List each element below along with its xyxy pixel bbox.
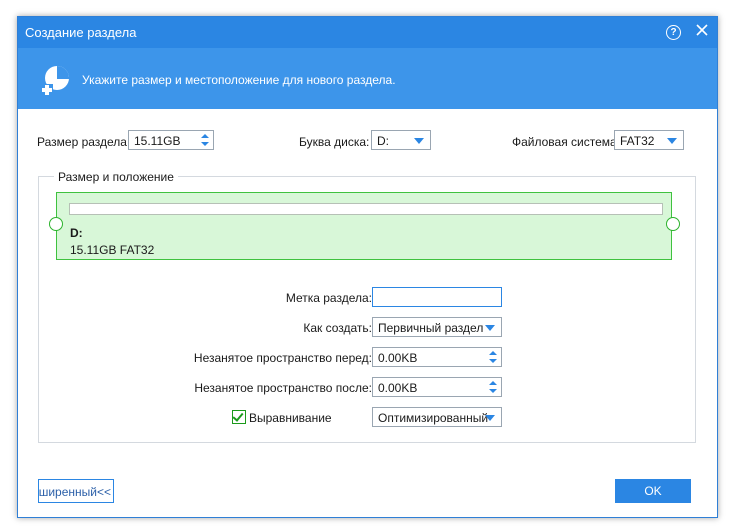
create-as-value: Первичный раздел	[378, 321, 484, 335]
free-before-stepper[interactable]: 0.00KB	[372, 347, 502, 367]
drive-letter-label: Буква диска:	[299, 135, 370, 149]
chevron-down-icon	[667, 138, 677, 144]
free-before-label: Незанятое пространство перед:	[193, 351, 372, 365]
file-system-label: Файловая система:	[512, 135, 621, 149]
size-location-title: Размер и положение	[54, 170, 178, 184]
advanced-button-label: асширенный<<	[38, 485, 111, 499]
help-icon[interactable]: ?	[666, 25, 681, 40]
dialog-header: Укажите размер и местоположение для ново…	[18, 48, 717, 109]
free-after-value: 0.00KB	[378, 381, 418, 395]
ok-button[interactable]: OK	[615, 479, 691, 503]
drive-letter-select[interactable]: D:	[371, 130, 431, 150]
drive-letter-value: D:	[377, 134, 389, 148]
left-resize-handle[interactable]	[49, 217, 63, 231]
checkmark-icon	[232, 410, 244, 422]
right-resize-handle[interactable]	[666, 217, 680, 231]
partition-size-value: 15.11GB	[134, 134, 181, 148]
partition-info: 15.11GB FAT32	[70, 243, 155, 257]
chevron-down-icon	[485, 325, 495, 331]
create-as-label: Как создать:	[303, 321, 372, 335]
chevron-down-icon	[485, 415, 495, 421]
partition-size-stepper[interactable]: 15.11GB	[128, 130, 214, 150]
stepper-arrows-icon[interactable]	[201, 133, 209, 147]
partition-label-label: Метка раздела:	[285, 291, 372, 305]
alignment-value: Оптимизированный	[378, 411, 489, 425]
pie-chart-plus-icon	[41, 66, 69, 96]
close-icon[interactable]	[694, 22, 710, 38]
create-partition-dialog: Создание раздела ? Укажите размер и мест…	[17, 16, 718, 518]
free-after-stepper[interactable]: 0.00KB	[372, 377, 502, 397]
file-system-select[interactable]: FAT32	[614, 130, 684, 150]
stepper-arrows-icon[interactable]	[489, 350, 497, 364]
alignment-label: Выравнивание	[249, 411, 332, 425]
partition-label-input[interactable]	[372, 287, 502, 307]
partition-bar[interactable]: D: 15.11GB FAT32	[56, 192, 672, 260]
alignment-checkbox[interactable]	[232, 410, 246, 424]
advanced-button[interactable]: асширенный<<	[38, 479, 114, 503]
title-bar: Создание раздела ?	[18, 17, 717, 48]
window-title: Создание раздела	[25, 25, 137, 40]
partition-usage-strip	[69, 203, 663, 215]
partition-letter: D:	[70, 226, 83, 240]
header-instruction: Укажите размер и местоположение для ново…	[82, 73, 396, 87]
stepper-arrows-icon[interactable]	[489, 380, 497, 394]
create-as-select[interactable]: Первичный раздел	[372, 317, 502, 337]
free-before-value: 0.00KB	[378, 351, 418, 365]
alignment-select[interactable]: Оптимизированный	[372, 407, 502, 427]
free-after-label: Незанятое пространство после:	[194, 381, 372, 395]
chevron-down-icon	[414, 138, 424, 144]
file-system-value: FAT32	[620, 134, 655, 148]
partition-size-label: Размер раздела:	[37, 135, 131, 149]
